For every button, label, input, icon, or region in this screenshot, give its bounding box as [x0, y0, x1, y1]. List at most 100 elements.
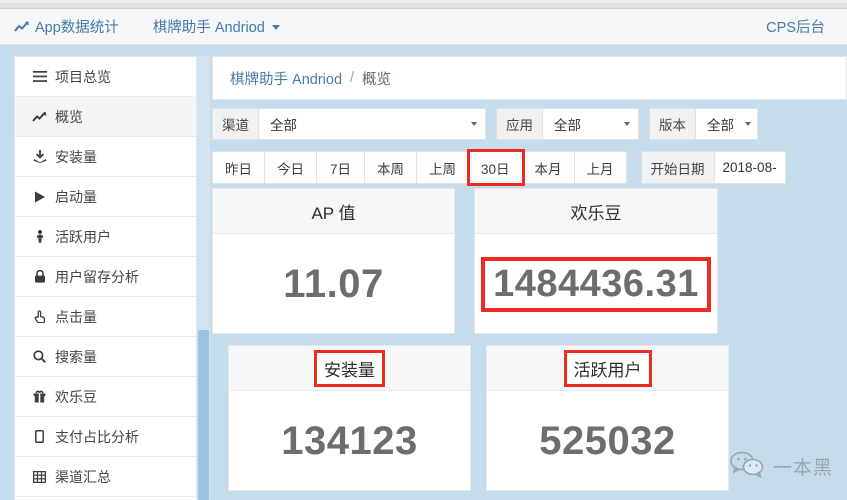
metric-card-install-count: 安装量 134123	[228, 345, 471, 491]
chevron-down-icon	[471, 122, 477, 126]
start-date-input[interactable]: 2018-08-	[713, 151, 786, 184]
filter-version: 版本 全部	[649, 108, 758, 140]
metric-card-ap-value: AP 值 11.07	[212, 188, 455, 334]
mobile-icon	[31, 430, 48, 443]
search-icon	[31, 350, 48, 363]
browser-chrome-strip	[0, 0, 847, 9]
date-range-button-1[interactable]: 今日	[265, 151, 317, 184]
sidebar-item-label: 渠道汇总	[55, 468, 111, 485]
play-icon	[31, 191, 48, 203]
start-date-label: 开始日期	[640, 151, 714, 184]
metric-value-text: 1484436.31	[481, 256, 711, 312]
date-range-button-label: 30日	[481, 161, 510, 177]
app-header: App数据统计 棋牌助手 Andriod CPS后台	[0, 9, 847, 45]
date-range-button-0[interactable]: 昨日	[212, 151, 265, 184]
sidebar-item-7[interactable]: 搜索量	[15, 337, 196, 377]
filter-row: 渠道 全部 应用 全部 版本 全部	[212, 108, 847, 140]
sidebar-item-2[interactable]: 安装量	[15, 137, 196, 177]
header-left-group: App数据统计 棋牌助手 Andriod	[0, 16, 280, 37]
metric-value-text: 134123	[281, 418, 418, 463]
date-range-button-7[interactable]: 上月	[574, 151, 627, 184]
sidebar-item-label: 活跃用户	[55, 228, 111, 245]
date-range-button-label: 本周	[377, 161, 404, 177]
cps-backend-link[interactable]: CPS后台	[766, 16, 847, 37]
hand-click-icon	[31, 310, 48, 323]
filter-channel-select[interactable]: 全部	[258, 108, 486, 140]
main-content: 棋牌助手 Andriod / 概览 渠道 全部 应用 全部 版本 全部 昨日 今…	[212, 56, 847, 500]
gift-icon	[31, 390, 48, 403]
breadcrumb-separator: /	[350, 70, 355, 86]
person-icon	[31, 230, 48, 243]
start-date-group: 开始日期 2018-08-	[640, 151, 786, 184]
lock-icon	[31, 270, 48, 283]
sidebar-item-label: 支付占比分析	[55, 428, 139, 445]
filter-version-select[interactable]: 全部	[695, 108, 758, 140]
metric-value-text: 11.07	[283, 261, 384, 306]
sidebar-item-9[interactable]: 支付占比分析	[15, 417, 196, 457]
sidebar-item-label: 启动量	[55, 188, 97, 205]
sidebar-item-label: 点击量	[55, 308, 97, 325]
date-range-row: 昨日 今日 7日 本周 上周 30日 本月 上月 开始日期 2018-08-	[212, 149, 847, 186]
sidebar-item-10[interactable]: 渠道汇总	[15, 457, 196, 497]
line-chart-icon	[14, 20, 30, 33]
filter-app-select[interactable]: 全部	[542, 108, 639, 140]
sidebar-item-label: 用户留存分析	[55, 268, 139, 285]
date-range-button-label: 7日	[329, 161, 351, 177]
brand-label: App数据统计	[35, 20, 119, 36]
sidebar-item-4[interactable]: 活跃用户	[15, 217, 196, 257]
sidebar-item-5[interactable]: 用户留存分析	[15, 257, 196, 297]
breadcrumb: 棋牌助手 Andriod / 概览	[212, 56, 847, 100]
filter-channel: 渠道 全部	[212, 108, 486, 140]
metric-card-ap-value-body: 11.07	[213, 234, 454, 334]
filter-app: 应用 全部	[496, 108, 639, 140]
filter-version-label: 版本	[649, 108, 695, 140]
sidebar-item-3[interactable]: 启动量	[15, 177, 196, 217]
date-range-button-2[interactable]: 7日	[317, 151, 365, 184]
filter-app-label: 应用	[496, 108, 542, 140]
date-range-button-label: 昨日	[225, 161, 252, 177]
date-range-button-label: 上月	[586, 161, 614, 177]
sidebar-item-0[interactable]: 项目总览	[15, 57, 196, 97]
sidebar-scrollbar-thumb[interactable]	[198, 330, 209, 500]
browser-chrome-strip-inner	[0, 0, 847, 3]
hamburger-icon	[31, 71, 48, 82]
filter-channel-value: 全部	[270, 118, 297, 133]
chevron-down-icon	[271, 25, 280, 30]
metric-title-text: AP 值	[311, 203, 356, 223]
sidebar-item-label: 欢乐豆	[55, 388, 97, 405]
sidebar-item-1[interactable]: 概览	[15, 97, 196, 137]
brand-link[interactable]: App数据统计	[14, 16, 119, 37]
breadcrumb-root[interactable]: 棋牌助手 Andriod	[230, 68, 342, 89]
sidebar-item-label: 项目总览	[55, 68, 111, 85]
date-range-button-group: 昨日 今日 7日 本周 上周 30日 本月 上月	[212, 149, 627, 186]
filter-version-value: 全部	[707, 118, 734, 133]
sidebar-item-label: 安装量	[55, 148, 97, 165]
app-selector-dropdown[interactable]: 棋牌助手 Andriod	[153, 16, 280, 37]
chevron-down-icon	[624, 122, 630, 126]
filter-channel-label: 渠道	[212, 108, 258, 140]
line-chart-icon	[31, 111, 48, 123]
date-range-button-label: 上周	[429, 161, 456, 177]
metric-value-text: 525032	[539, 418, 676, 463]
metric-card-active-users: 活跃用户 525032	[486, 345, 729, 491]
filter-app-value: 全部	[554, 118, 581, 133]
metric-card-happy-beans-title: 欢乐豆	[475, 189, 717, 234]
sidebar-item-label: 概览	[55, 108, 83, 125]
sidebar-item-label: 搜索量	[55, 348, 97, 365]
metric-title-text: 安装量	[314, 349, 385, 387]
date-range-button-5[interactable]: 30日	[467, 149, 525, 186]
date-range-button-6[interactable]: 本月	[522, 151, 575, 184]
date-range-button-4[interactable]: 上周	[417, 151, 469, 184]
date-range-button-label: 今日	[277, 161, 304, 177]
metric-card-ap-value-title: AP 值	[213, 189, 454, 234]
app-selector-label: 棋牌助手 Andriod	[152, 20, 265, 36]
metric-card-active-users-title: 活跃用户	[487, 346, 728, 391]
metric-title-text: 活跃用户	[563, 349, 652, 387]
date-range-button-label: 本月	[534, 161, 562, 177]
metric-card-happy-beans-body: 1484436.31	[475, 234, 717, 334]
metric-card-active-users-body: 525032	[487, 391, 728, 491]
sidebar: 项目总览概览安装量启动量活跃用户用户留存分析 点击量搜索量欢乐豆支付占比分析 渠道汇…	[14, 56, 197, 500]
date-range-button-3[interactable]: 本周	[365, 151, 417, 184]
sidebar-item-8[interactable]: 欢乐豆	[15, 377, 196, 417]
sidebar-item-6[interactable]: 点击量	[15, 297, 196, 337]
